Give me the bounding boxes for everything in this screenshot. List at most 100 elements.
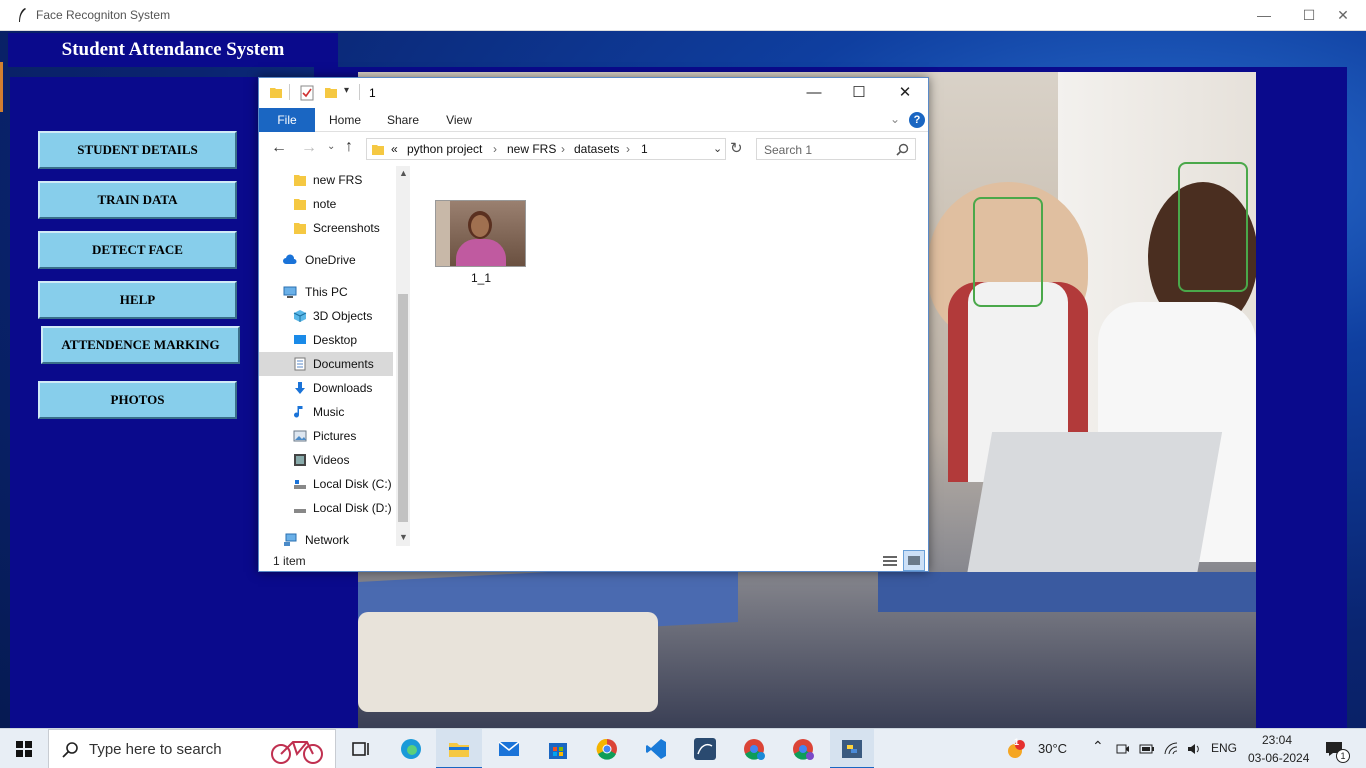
- cube-icon: [293, 310, 307, 322]
- up-icon[interactable]: ↑: [345, 138, 353, 156]
- video-icon: [294, 454, 306, 466]
- photos-button[interactable]: PHOTOS: [38, 381, 237, 419]
- chrome-icon[interactable]: [595, 737, 619, 761]
- network-icon: [284, 533, 297, 546]
- edge-icon[interactable]: [399, 737, 423, 761]
- item-count: 1 item: [273, 554, 306, 568]
- file-content-area[interactable]: 1_1: [411, 166, 928, 546]
- nav-item-this-pc[interactable]: This PC: [259, 280, 393, 304]
- nav-item-screenshots[interactable]: Screenshots: [259, 216, 393, 240]
- address-bar[interactable]: « python project › new FRS › datasets › …: [366, 138, 726, 160]
- nav-item-network[interactable]: Network: [259, 528, 393, 546]
- nav-item-onedrive[interactable]: OneDrive: [259, 248, 393, 272]
- explorer-close-button[interactable]: ✕: [883, 82, 927, 104]
- explorer-titlebar: ▾ 1 — ☐ ✕: [259, 78, 928, 108]
- chrome-profile-icon[interactable]: [791, 737, 815, 761]
- search-icon[interactable]: [896, 143, 909, 156]
- nav-item-documents[interactable]: Documents: [259, 352, 393, 376]
- train-data-button[interactable]: TRAIN DATA: [38, 181, 237, 219]
- cloud-icon: [283, 254, 297, 264]
- folder-icon: [294, 199, 306, 210]
- quick-access-dropdown-icon[interactable]: ▾: [344, 85, 349, 96]
- weather-temperature[interactable]: 30°C: [1038, 741, 1067, 756]
- nav-item-music[interactable]: Music: [259, 400, 393, 424]
- student-details-button[interactable]: STUDENT DETAILS: [38, 131, 237, 169]
- large-icons-view-icon[interactable]: [903, 550, 925, 571]
- task-view-icon[interactable]: [350, 737, 374, 761]
- tab-view[interactable]: View: [435, 108, 483, 132]
- breadcrumb-overflow[interactable]: «: [391, 142, 398, 156]
- explorer-minimize-button[interactable]: —: [792, 82, 836, 104]
- app-titlebar: Face Recogniton System — ☐ ✕: [0, 0, 1366, 31]
- breadcrumb-current[interactable]: 1: [641, 142, 648, 156]
- search-input[interactable]: Search 1: [756, 138, 916, 160]
- minimize-button[interactable]: —: [1241, 4, 1287, 26]
- nav-item-videos[interactable]: Videos: [259, 448, 393, 472]
- chevron-down-icon[interactable]: ⌄: [713, 142, 722, 155]
- disk-icon: [294, 509, 306, 513]
- accent-strip: [0, 62, 3, 112]
- refresh-icon[interactable]: ↻: [730, 139, 743, 157]
- breadcrumb-python-project[interactable]: python project: [407, 142, 482, 156]
- details-view-icon[interactable]: [881, 552, 899, 570]
- recent-locations-icon[interactable]: ⌄: [327, 141, 335, 152]
- notification-count: 1: [1336, 749, 1350, 763]
- vscode-icon[interactable]: [644, 737, 668, 761]
- nav-item-desktop[interactable]: Desktop: [259, 328, 393, 352]
- mail-icon[interactable]: [497, 737, 521, 761]
- nav-item-local-disk-d[interactable]: Local Disk (D:): [259, 496, 393, 520]
- language-indicator[interactable]: ENG: [1211, 741, 1237, 755]
- nav-item-new-frs[interactable]: new FRS: [259, 168, 393, 192]
- close-button[interactable]: ✕: [1320, 4, 1366, 26]
- tab-share[interactable]: Share: [379, 108, 427, 132]
- new-folder-icon[interactable]: [324, 85, 338, 99]
- nav-item-pictures[interactable]: Pictures: [259, 424, 393, 448]
- weather-badge: 1: [1014, 737, 1020, 747]
- file-explorer-icon[interactable]: [447, 737, 471, 761]
- folder-icon: [270, 88, 282, 98]
- nav-item-local-disk-c[interactable]: Local Disk (C:): [259, 472, 393, 496]
- tab-file[interactable]: File: [259, 108, 315, 132]
- properties-icon[interactable]: [300, 85, 314, 101]
- breadcrumb-new-frs[interactable]: new FRS: [507, 142, 556, 156]
- python-icon[interactable]: [840, 737, 864, 761]
- scroll-down-icon[interactable]: ▼: [399, 532, 408, 542]
- nav-item-3d-objects[interactable]: 3D Objects: [259, 304, 393, 328]
- meet-now-icon[interactable]: [1116, 742, 1130, 756]
- scroll-thumb[interactable]: [398, 294, 408, 522]
- nav-item-note[interactable]: note: [259, 192, 393, 216]
- attendence-marking-button[interactable]: ATTENDENCE MARKING: [41, 326, 240, 364]
- feather-icon: [19, 8, 26, 22]
- file-explorer-window[interactable]: ▾ 1 — ☐ ✕ File Home Share View ⌄ ? ← → ⌄…: [258, 77, 929, 572]
- volume-icon[interactable]: [1186, 741, 1202, 757]
- clock-date[interactable]: 03-06-2024: [1248, 751, 1309, 765]
- chrome-profile-icon[interactable]: [742, 737, 766, 761]
- battery-icon[interactable]: [1139, 743, 1155, 755]
- chevron-up-icon[interactable]: ⌃: [1092, 738, 1104, 755]
- explorer-maximize-button[interactable]: ☐: [837, 82, 881, 104]
- breadcrumb-datasets[interactable]: datasets: [574, 142, 619, 156]
- scroll-up-icon[interactable]: ▲: [399, 168, 408, 178]
- help-button[interactable]: HELP: [38, 281, 237, 319]
- store-icon[interactable]: [546, 737, 570, 761]
- file-item[interactable]: 1_1: [435, 200, 527, 292]
- face-box: [1178, 162, 1248, 292]
- nav-item-downloads[interactable]: Downloads: [259, 376, 393, 400]
- taskbar-search-input[interactable]: Type here to search: [48, 729, 336, 768]
- image-thumbnail: [435, 200, 526, 267]
- face-box: [973, 197, 1043, 307]
- search-icon: [62, 742, 78, 758]
- documents-icon: [294, 357, 306, 371]
- mysql-workbench-icon[interactable]: [693, 737, 717, 761]
- ribbon-expand-icon[interactable]: ⌄: [890, 112, 900, 126]
- nav-scrollbar[interactable]: ▲ ▼: [396, 166, 410, 546]
- forward-icon[interactable]: →: [301, 139, 317, 157]
- back-icon[interactable]: ←: [271, 139, 287, 157]
- tab-home[interactable]: Home: [321, 108, 369, 132]
- wifi-icon[interactable]: [1163, 741, 1179, 757]
- detect-face-button[interactable]: DETECT FACE: [38, 231, 237, 269]
- chevron-right-icon: ›: [493, 142, 497, 156]
- help-icon[interactable]: ?: [909, 112, 925, 128]
- clock-time[interactable]: 23:04: [1262, 733, 1292, 747]
- windows-start-icon[interactable]: [16, 741, 32, 757]
